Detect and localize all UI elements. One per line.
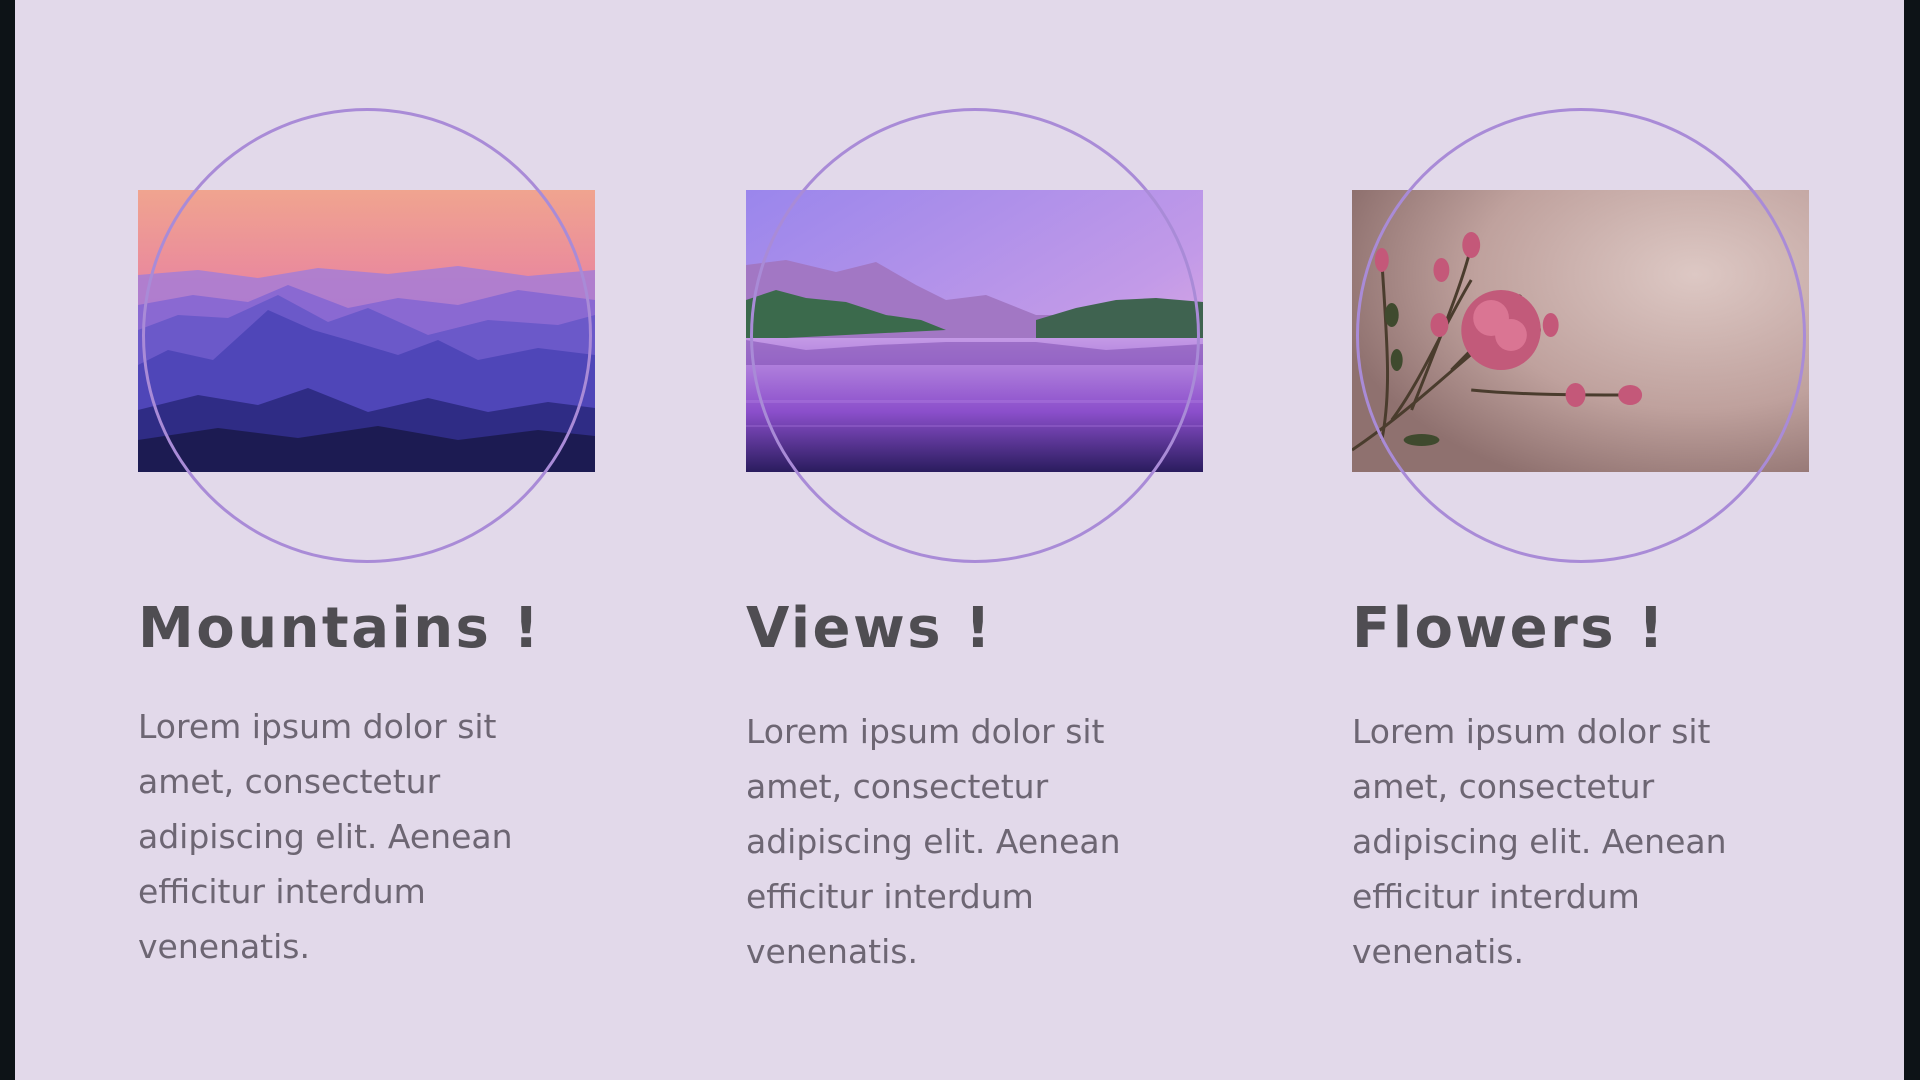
rose-image [1352, 190, 1809, 472]
card-views: Views ! Lorem ipsum dolor sit amet, cons… [746, 0, 1206, 1080]
mountains-image [138, 190, 595, 472]
card-title: Flowers ! [1352, 596, 1667, 661]
card-description: Lorem ipsum dolor sit amet, consectetur … [746, 712, 1121, 971]
card-mountains: Mountains ! Lorem ipsum dolor sit amet, … [138, 0, 598, 1080]
card-title: Views ! [746, 596, 994, 661]
card-description: Lorem ipsum dolor sit amet, consectetur … [1352, 712, 1727, 971]
lake-image [746, 190, 1203, 472]
page-panel: Mountains ! Lorem ipsum dolor sit amet, … [15, 0, 1904, 1080]
card-description: Lorem ipsum dolor sit amet, consectetur … [138, 707, 513, 966]
card-title: Mountains ! [138, 596, 542, 661]
card-flowers: Flowers ! Lorem ipsum dolor sit amet, co… [1352, 0, 1812, 1080]
